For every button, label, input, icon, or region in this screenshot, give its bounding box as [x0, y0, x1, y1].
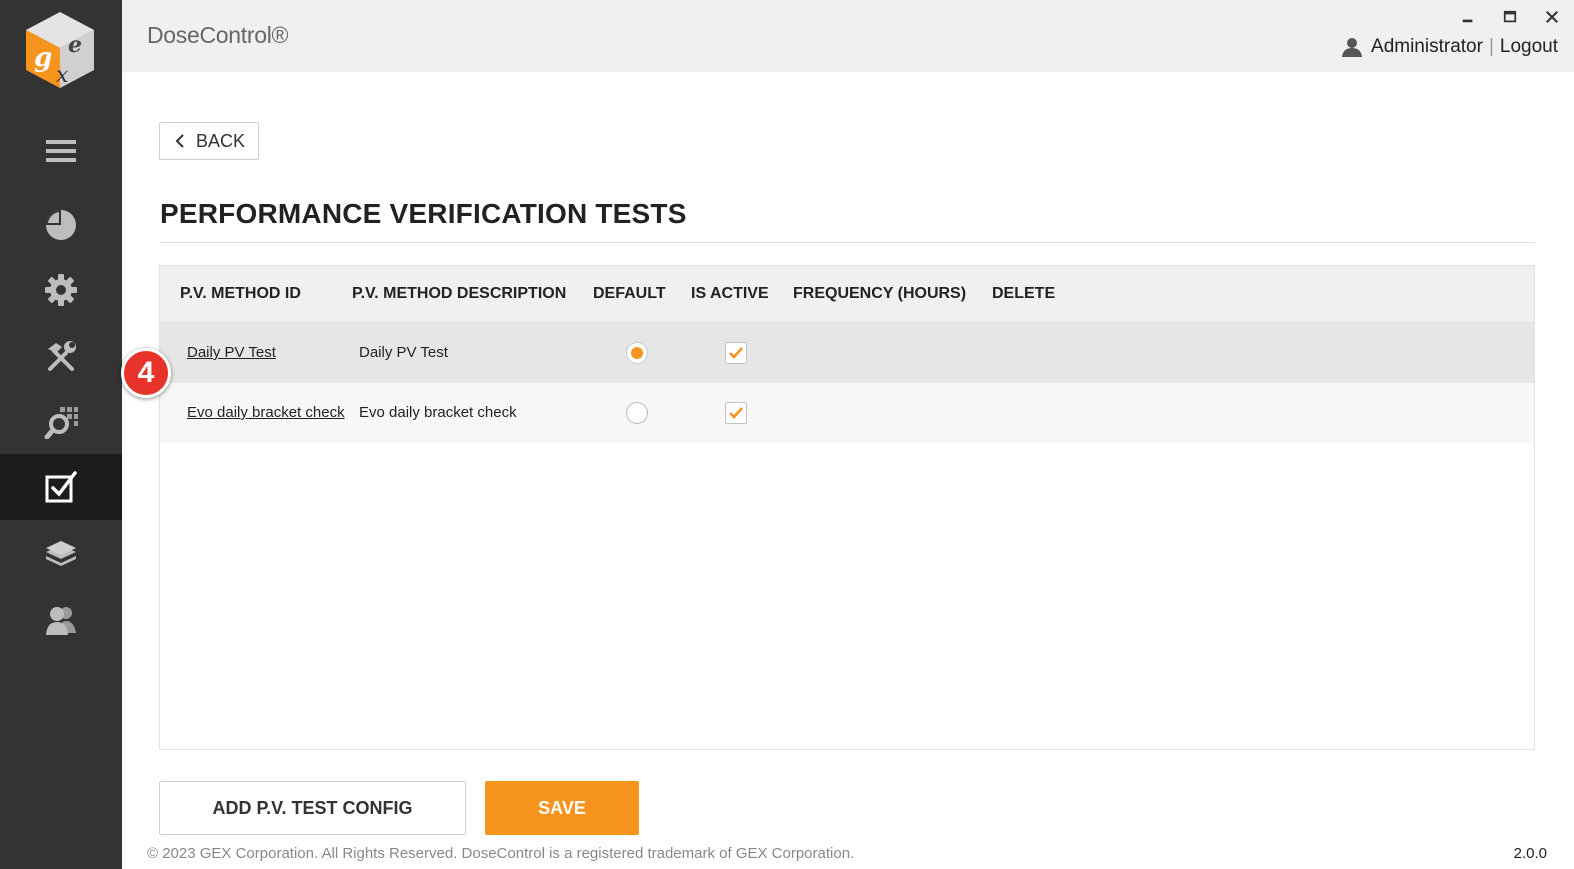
radio-selected-dot [631, 347, 643, 359]
search-grid-icon [44, 407, 78, 439]
column-header-frequency: FREQUENCY (HOURS) [793, 285, 967, 302]
column-header-method-id: P.V. METHOD ID [180, 285, 301, 302]
sidebar-item-tools[interactable] [0, 323, 122, 389]
checkbox-icon [45, 471, 77, 503]
footer-copyright: © 2023 GEX Corporation. All Rights Reser… [147, 845, 855, 862]
svg-text:g: g [34, 43, 52, 73]
minimize-button[interactable] [1460, 9, 1476, 25]
logout-link[interactable]: Logout [1500, 36, 1558, 58]
table-header: P.V. METHOD ID P.V. METHOD DESCRIPTION D… [160, 266, 1534, 323]
tools-icon [48, 341, 76, 371]
default-radio[interactable] [626, 342, 648, 364]
header-bar: DoseControl® Administrator | Logout [122, 0, 1574, 72]
sidebar-item-search[interactable] [0, 389, 122, 455]
column-header-delete: DELETE [992, 285, 1056, 302]
method-id-link[interactable]: Evo daily bracket check [187, 404, 345, 421]
user-name: Administrator [1371, 36, 1483, 57]
pie-chart-icon [46, 210, 76, 240]
is-active-checkbox[interactable] [725, 402, 747, 424]
table-row[interactable]: Evo daily bracket check Evo daily bracke… [160, 383, 1534, 443]
hamburger-menu-icon [46, 140, 76, 162]
user-icon [1342, 38, 1363, 57]
user-area: Administrator | Logout [1341, 36, 1558, 58]
user-separator: | [1488, 36, 1494, 57]
checkmark-icon [729, 407, 743, 419]
svg-text:x: x [56, 63, 69, 88]
sidebar-item-layers[interactable] [0, 521, 122, 587]
svg-text:e: e [68, 32, 82, 58]
users-icon [46, 607, 76, 635]
checkmark-icon [729, 347, 743, 359]
method-id-link[interactable]: Daily PV Test [187, 344, 276, 361]
back-button[interactable]: BACK [159, 122, 259, 160]
layers-icon [46, 541, 76, 566]
sidebar-item-dashboard[interactable] [0, 191, 122, 257]
save-button[interactable]: SAVE [485, 781, 639, 835]
method-description: Evo daily bracket check [359, 404, 517, 421]
add-pv-test-config-button[interactable]: ADD P.V. TEST CONFIG [159, 781, 466, 835]
maximize-icon [1503, 10, 1517, 23]
gex-logo: g e x [22, 8, 98, 92]
close-window-button[interactable] [1544, 9, 1560, 25]
page-title: PERFORMANCE VERIFICATION TESTS [160, 198, 687, 229]
app-version: 2.0.0 [1513, 845, 1547, 862]
sidebar-item-menu[interactable] [0, 118, 122, 184]
table-row[interactable]: Daily PV Test Daily PV Test [160, 323, 1534, 383]
pv-tests-table: P.V. METHOD ID P.V. METHOD DESCRIPTION D… [159, 265, 1535, 750]
chevron-left-icon [175, 134, 184, 148]
gear-icon [45, 274, 77, 306]
sidebar: g e x [0, 0, 122, 869]
sidebar-item-users[interactable] [0, 587, 122, 653]
column-header-method-description: P.V. METHOD DESCRIPTION [352, 285, 567, 302]
minimize-icon [1462, 19, 1473, 23]
title-divider [160, 242, 1535, 243]
close-icon [1546, 11, 1558, 23]
column-header-default: DEFAULT [593, 285, 666, 302]
window-controls [1460, 9, 1560, 25]
back-button-label: BACK [196, 130, 246, 151]
step-number-badge: 4 [121, 348, 171, 398]
sidebar-item-pv-tests[interactable] [0, 454, 122, 520]
is-active-checkbox[interactable] [725, 342, 747, 364]
method-description: Daily PV Test [359, 344, 448, 361]
default-radio[interactable] [626, 402, 648, 424]
sidebar-item-settings[interactable] [0, 257, 122, 323]
app-title: DoseControl® [147, 22, 289, 48]
column-header-is-active: IS ACTIVE [691, 285, 769, 302]
maximize-button[interactable] [1502, 9, 1518, 25]
